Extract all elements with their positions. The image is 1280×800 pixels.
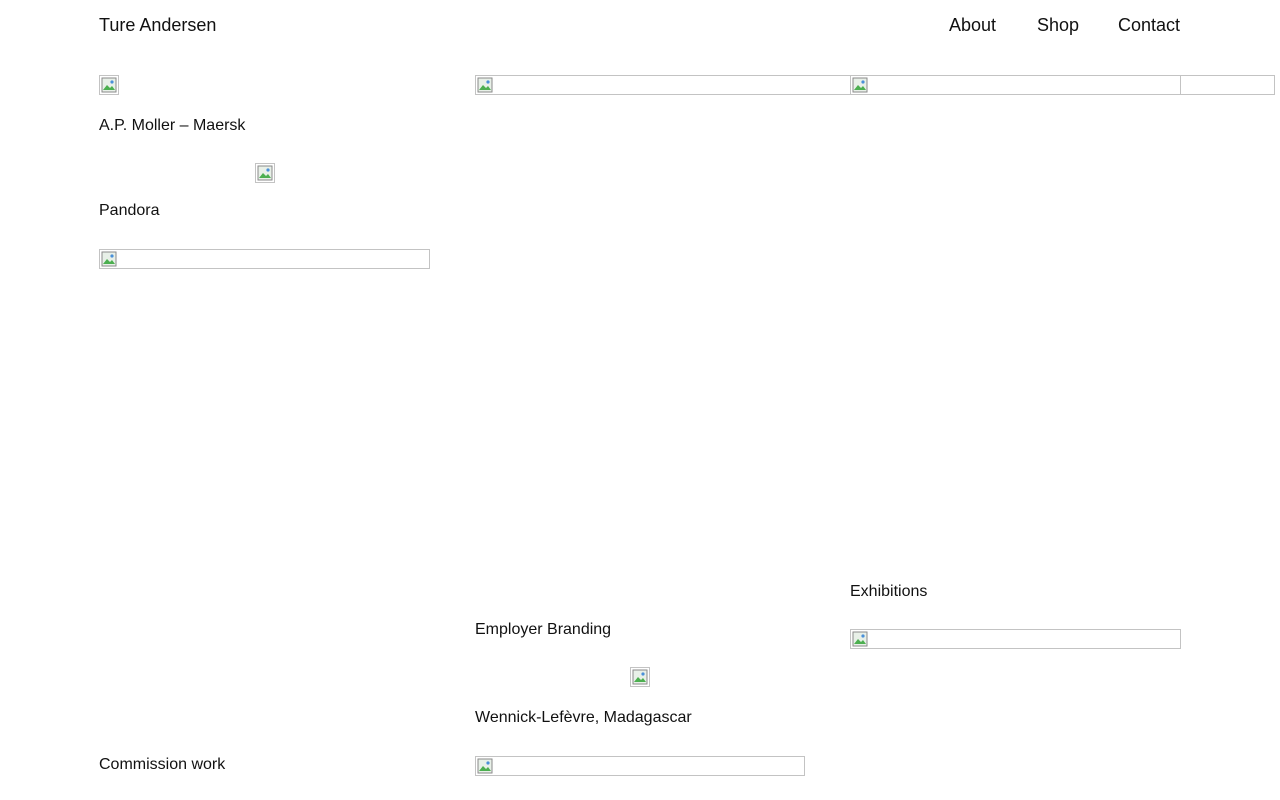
nav-about[interactable]: About [949,13,996,37]
project-title-exhibitions[interactable]: Exhibitions [850,582,927,602]
broken-image-icon [477,77,493,93]
main-nav: About Shop Contact [0,13,1280,37]
wennick-image[interactable] [630,667,650,687]
broken-image-icon [852,631,868,647]
broken-image-icon [632,669,648,685]
project-image-right[interactable] [850,629,1181,649]
project-title-pandora[interactable]: Pandora [99,201,160,221]
broken-image-icon [101,251,117,267]
nav-shop[interactable]: Shop [1037,13,1079,37]
project-title-employer-branding[interactable]: Employer Branding [475,620,611,640]
broken-image-icon [852,77,868,93]
project-image-bottom[interactable] [475,756,805,776]
maersk-image[interactable] [99,75,119,95]
commission-image[interactable] [99,249,430,269]
project-title-wennick[interactable]: Wennick-Lefèvre, Madagascar [475,708,692,728]
nav-contact[interactable]: Contact [1118,13,1180,37]
broken-image-icon [477,758,493,774]
pandora-image[interactable] [255,163,275,183]
project-title-maersk[interactable]: A.P. Moller – Maersk [99,116,245,136]
project-title-commission[interactable]: Commission work [99,755,225,775]
exhibitions-image[interactable] [850,75,1181,95]
page: Ture Andersen About Shop Contact A.P. Mo… [0,0,1280,800]
broken-image-icon [101,77,117,93]
broken-image-icon [257,165,273,181]
